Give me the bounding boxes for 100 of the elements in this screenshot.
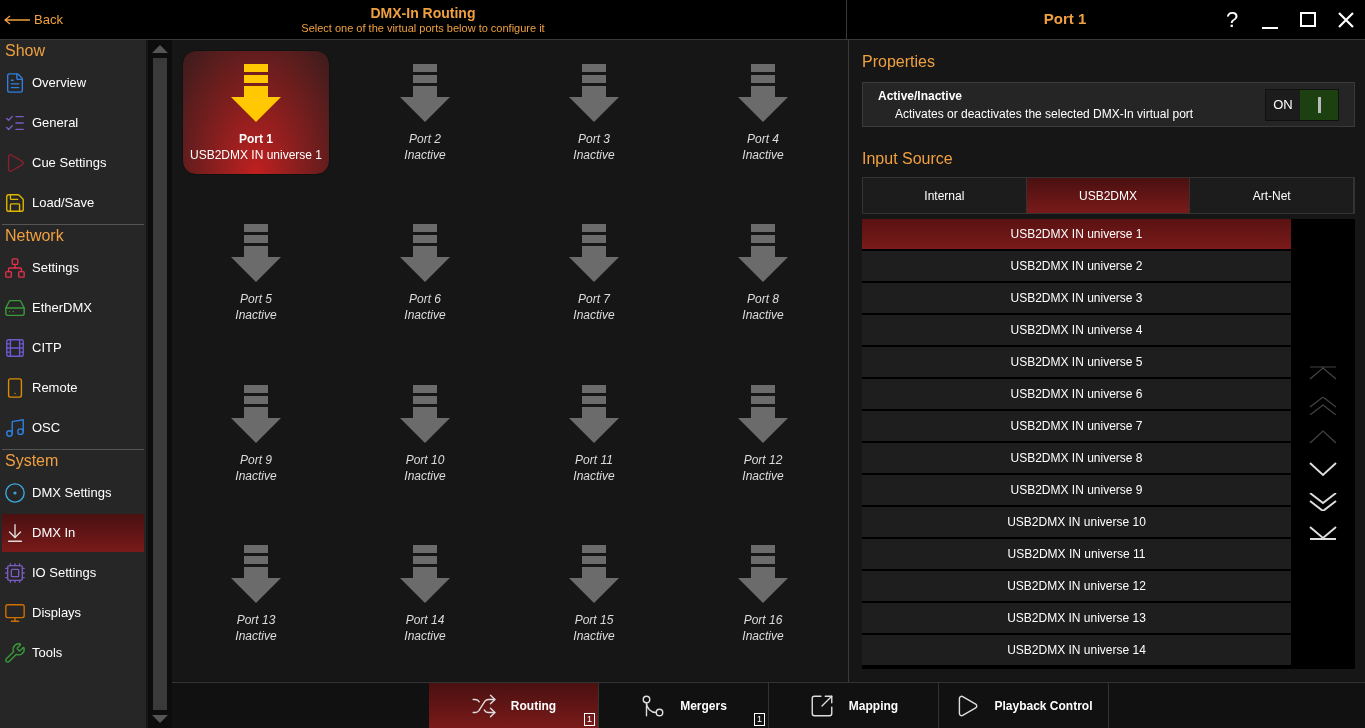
- monitor-icon: [4, 602, 26, 624]
- sidebar-item[interactable]: DMX Settings: [2, 474, 144, 512]
- bottom-tab[interactable]: Mergers 1: [599, 683, 769, 728]
- sidebar-item[interactable]: OSC: [2, 409, 144, 447]
- port-tile[interactable]: Port 10 Inactive: [351, 371, 499, 496]
- page-subtitle: Select one of the virtual ports below to configure it: [301, 21, 545, 35]
- universe-item[interactable]: USB2DMX IN universe 5: [862, 347, 1291, 377]
- bottom-tab[interactable]: Mapping: [769, 683, 939, 728]
- port-status: Inactive: [573, 308, 615, 322]
- port-tile[interactable]: Port 5 Inactive: [182, 210, 330, 336]
- port-tile[interactable]: Port 14 Inactive: [351, 531, 499, 657]
- universe-item[interactable]: USB2DMX IN universe 11: [862, 539, 1291, 569]
- source-tab[interactable]: Art-Net: [1190, 178, 1354, 213]
- port-tile[interactable]: Port 9 Inactive: [182, 371, 330, 496]
- port-tile[interactable]: Port 2 Inactive: [351, 50, 499, 175]
- sidebar-item[interactable]: Settings: [2, 249, 144, 287]
- down-arrow-icon: [400, 384, 450, 443]
- universe-item[interactable]: USB2DMX IN universe 4: [862, 315, 1291, 345]
- port-status: USB2DMX IN universe 1: [189, 147, 322, 162]
- scroll-down-icon[interactable]: [1308, 461, 1338, 479]
- port-name: Port 5: [240, 292, 272, 306]
- port-status: Inactive: [404, 147, 446, 162]
- port-tile[interactable]: Port 12 Inactive: [689, 371, 837, 496]
- down-arrow-icon: [738, 224, 788, 282]
- source-tab[interactable]: Internal: [863, 178, 1027, 213]
- port-status: Inactive: [573, 468, 615, 483]
- port-status: Inactive: [742, 468, 784, 483]
- down-arrow-icon: [569, 545, 619, 603]
- scroll-bottom-icon[interactable]: [1308, 525, 1338, 543]
- universe-item[interactable]: USB2DMX IN universe 1: [862, 219, 1291, 249]
- port-name: Port 8: [747, 292, 779, 306]
- help-button[interactable]: ?: [1213, 3, 1251, 36]
- back-button[interactable]: Back: [0, 9, 120, 30]
- universe-item[interactable]: USB2DMX IN universe 3: [862, 283, 1291, 313]
- sidebar-item[interactable]: DMX In: [2, 514, 144, 552]
- port-tile[interactable]: Port 6 Inactive: [351, 210, 499, 336]
- sidebar-item[interactable]: Remote: [2, 369, 144, 407]
- scrollbar-thumb[interactable]: [153, 58, 167, 710]
- port-status: Inactive: [235, 629, 277, 643]
- universe-item[interactable]: USB2DMX IN universe 9: [862, 475, 1291, 505]
- port-status: Inactive: [404, 629, 446, 643]
- port-tile[interactable]: Port 8 Inactive: [689, 210, 837, 336]
- universe-item[interactable]: USB2DMX IN universe 13: [862, 603, 1291, 633]
- port-tile[interactable]: Port 1 USB2DMX IN universe 1: [182, 50, 330, 175]
- port-status: Inactive: [573, 629, 615, 643]
- universe-item[interactable]: USB2DMX IN universe 6: [862, 379, 1291, 409]
- port-tile[interactable]: Port 13 Inactive: [182, 531, 330, 657]
- port-status: Inactive: [742, 629, 784, 643]
- port-tile[interactable]: Port 7 Inactive: [520, 210, 668, 336]
- port-tile[interactable]: Port 3 Inactive: [520, 50, 668, 175]
- universe-item[interactable]: USB2DMX IN universe 12: [862, 571, 1291, 601]
- sidebar-item[interactable]: Cue Settings: [2, 144, 144, 182]
- count-badge: 1: [584, 713, 595, 726]
- down-arrow-icon: [400, 545, 450, 603]
- down-arrow-icon: [231, 384, 281, 443]
- sidebar-item[interactable]: General: [2, 104, 144, 142]
- sidebar-item[interactable]: Overview: [2, 64, 144, 102]
- document-icon: [4, 72, 26, 94]
- port-name: Port 6: [409, 292, 441, 306]
- down-arrow-icon: [738, 545, 788, 603]
- port-status: Inactive: [742, 147, 784, 162]
- down-arrow-icon: [569, 384, 619, 443]
- port-name: Port 3: [578, 131, 610, 146]
- universe-item[interactable]: USB2DMX IN universe 7: [862, 411, 1291, 441]
- universe-item[interactable]: USB2DMX IN universe 10: [862, 507, 1291, 537]
- sidebar-item[interactable]: Displays: [2, 594, 144, 632]
- sidebar-item[interactable]: Load/Save: [2, 184, 144, 222]
- film-icon: [4, 337, 26, 359]
- section-heading: Input Source: [862, 149, 954, 167]
- section-heading: Show: [4, 41, 47, 61]
- network-port-icon: [4, 257, 26, 279]
- device-icon: [4, 297, 26, 319]
- port-status: Inactive: [742, 308, 784, 322]
- bottom-tab[interactable]: Playback Control: [939, 683, 1109, 728]
- scroll-up-icon[interactable]: [152, 44, 168, 54]
- page-down-icon[interactable]: [1308, 493, 1338, 511]
- down-arrow-icon: [738, 63, 788, 122]
- port-tile[interactable]: Port 11 Inactive: [520, 371, 668, 496]
- sidebar-item[interactable]: CITP: [2, 329, 144, 367]
- sidebar-item[interactable]: EtherDMX: [2, 289, 144, 327]
- port-tile[interactable]: Port 4 Inactive: [689, 50, 837, 175]
- sidebar-item[interactable]: Tools: [2, 634, 144, 672]
- universe-item[interactable]: USB2DMX IN universe 8: [862, 443, 1291, 473]
- port-name: Port 4: [747, 131, 779, 146]
- tools-icon: [4, 642, 26, 664]
- port-tile[interactable]: Port 16 Inactive: [689, 531, 837, 657]
- back-arrow-icon: [4, 14, 30, 25]
- port-status: Inactive: [235, 308, 277, 322]
- universe-item[interactable]: USB2DMX IN universe 14: [862, 635, 1291, 665]
- bottom-tab[interactable]: Routing 1: [429, 683, 599, 728]
- universe-item[interactable]: USB2DMX IN universe 2: [862, 251, 1291, 281]
- port-tile[interactable]: Port 15 Inactive: [520, 531, 668, 657]
- sidebar-item[interactable]: IO Settings: [2, 554, 144, 592]
- port-name: Port 15: [574, 613, 614, 627]
- down-arrow-icon: [569, 224, 619, 282]
- count-badge: 1: [754, 713, 765, 726]
- toggle-switch[interactable]: ON: [1265, 88, 1339, 121]
- music-note-icon: [4, 417, 26, 439]
- chip-icon: [4, 562, 26, 584]
- source-tab[interactable]: USB2DMX: [1026, 178, 1191, 213]
